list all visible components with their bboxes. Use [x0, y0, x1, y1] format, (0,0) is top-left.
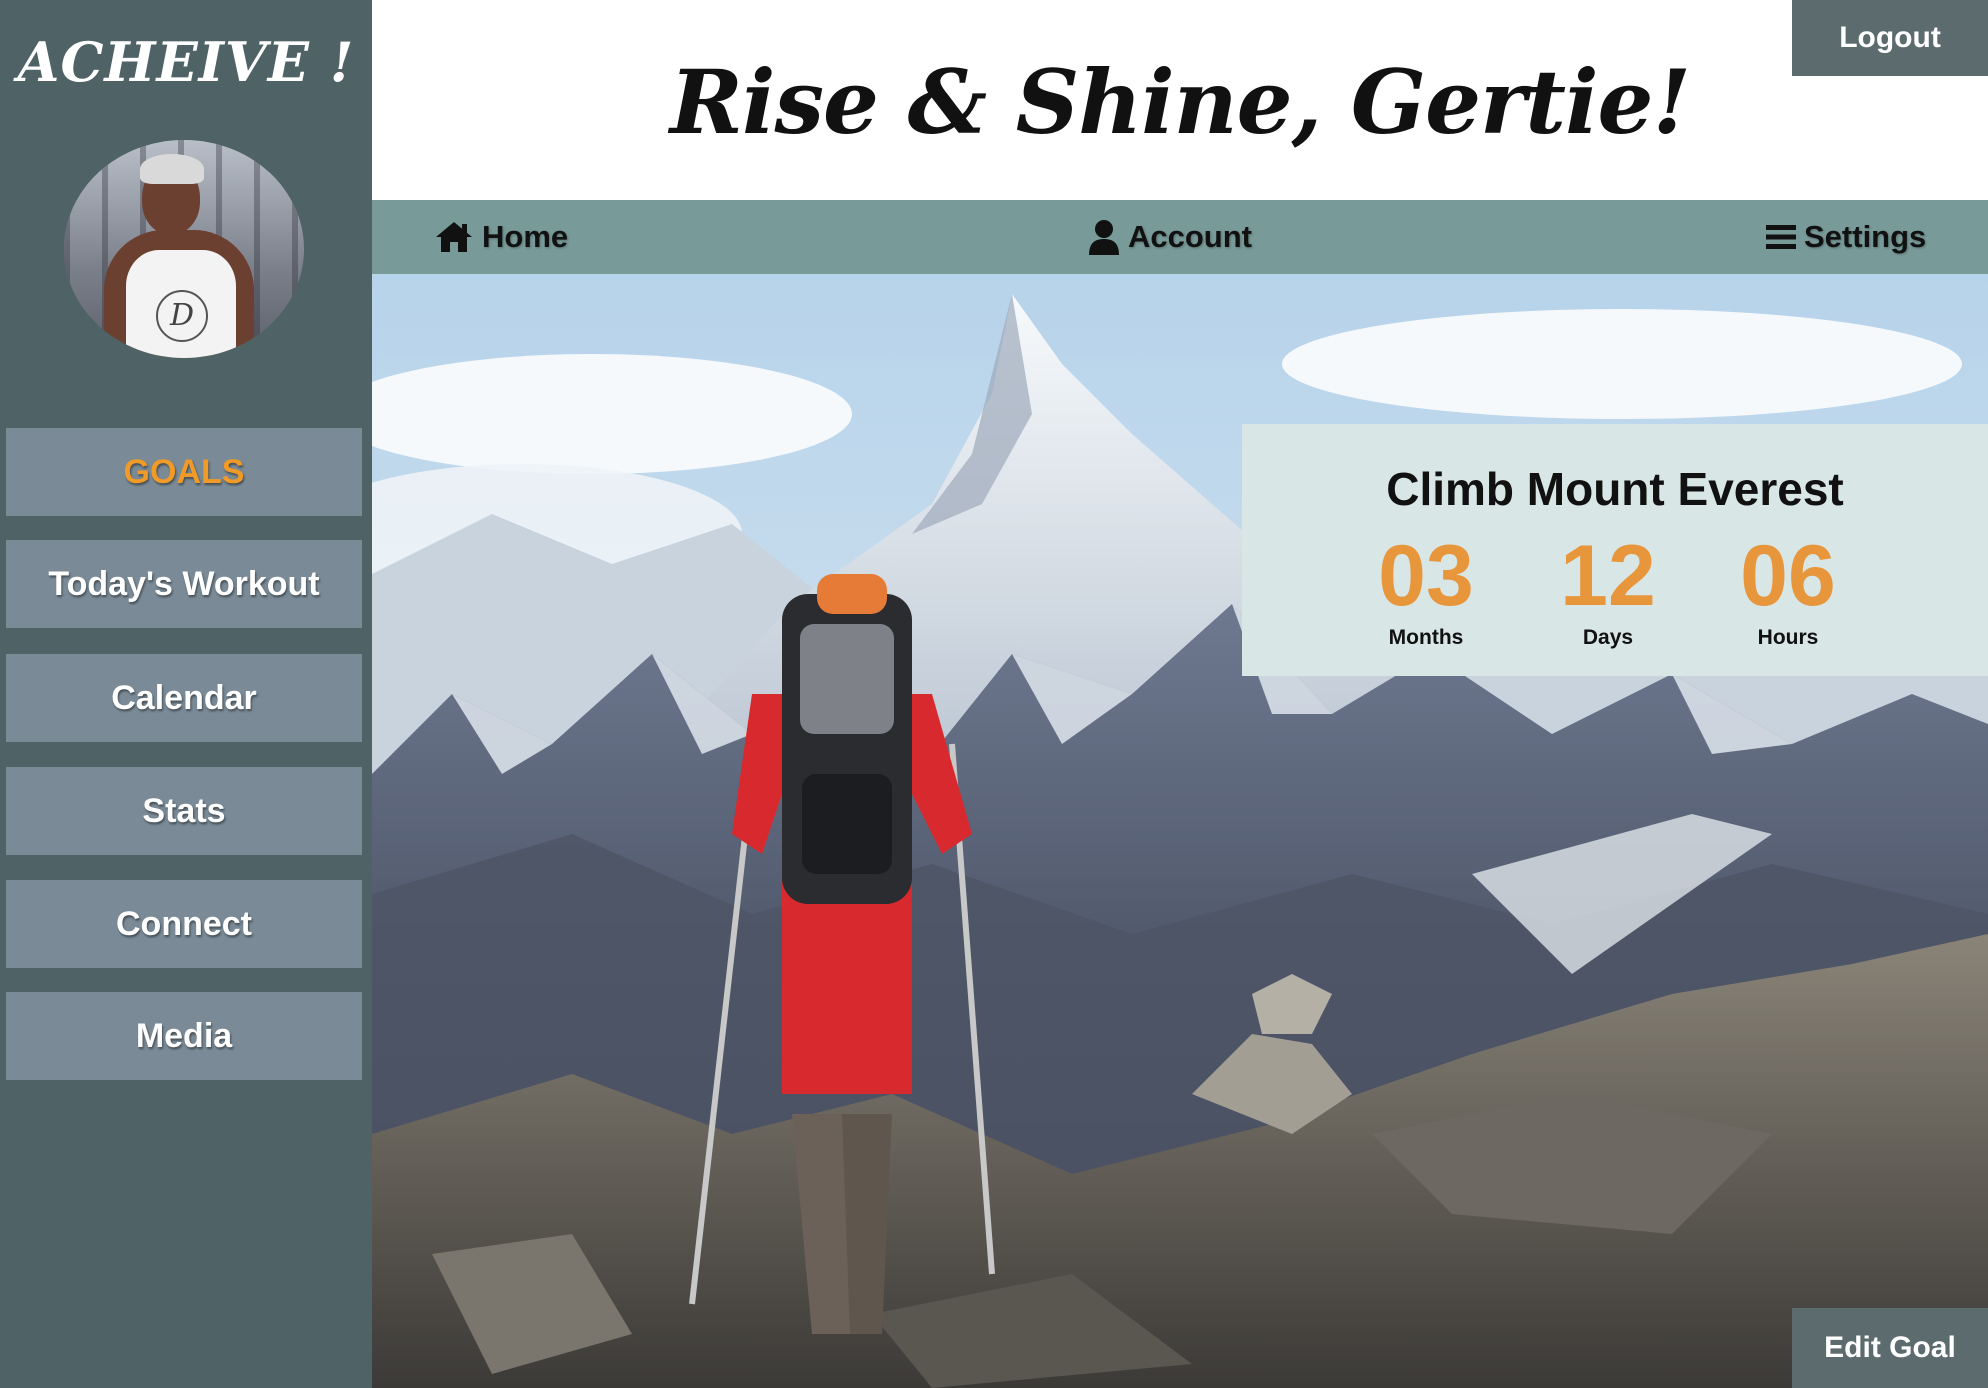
- sidebar-item-label: Connect: [116, 904, 252, 943]
- sidebar-item-calendar[interactable]: Calendar: [6, 654, 362, 742]
- countdown-hours: 06 Hours: [1698, 528, 1878, 650]
- user-icon: [1089, 220, 1119, 255]
- goal-title: Climb Mount Everest: [1386, 463, 1844, 515]
- hours-value: 06: [1740, 528, 1836, 624]
- nav-account-label: Account: [1128, 219, 1252, 254]
- page-title: Rise & Shine, Gertie!: [669, 50, 1691, 154]
- days-label: Days: [1582, 626, 1634, 649]
- home-icon: [436, 222, 472, 252]
- top-nav: Home Account Settings: [372, 200, 1988, 274]
- sidebar-item-goals[interactable]: GOALS: [6, 428, 362, 516]
- nav-home-label: Home: [482, 219, 569, 254]
- months-label: Months: [1388, 626, 1464, 649]
- edit-goal-button[interactable]: Edit Goal: [1792, 1308, 1988, 1388]
- header: Rise & Shine, Gertie! Logout: [372, 0, 1988, 200]
- brand-logo: ACHEIVE !: [17, 30, 355, 94]
- menu-icon: [1766, 225, 1796, 249]
- countdown-days: 12 Days: [1518, 528, 1698, 650]
- months-value: 03: [1378, 528, 1474, 624]
- sidebar-item-todays-workout[interactable]: Today's Workout: [6, 540, 362, 628]
- countdown-months: 03 Months: [1336, 528, 1516, 650]
- days-value: 12: [1560, 528, 1656, 624]
- nav-account[interactable]: Account: [1088, 200, 1252, 274]
- logout-button[interactable]: Logout: [1792, 0, 1988, 76]
- sidebar-item-label: Today's Workout: [48, 564, 320, 603]
- goal-card: Climb Mount Everest 03 Months 12 Days 06…: [1242, 424, 1988, 676]
- sidebar: ACHEIVE ! D GOALS Today's Workout Calend…: [0, 0, 372, 1388]
- avatar[interactable]: D: [64, 140, 304, 358]
- sidebar-item-connect[interactable]: Connect: [6, 880, 362, 968]
- avatar-shirt-logo: D: [156, 290, 208, 342]
- nav-settings-label: Settings: [1804, 219, 1927, 254]
- sidebar-item-label: Media: [135, 1016, 233, 1055]
- sidebar-item-media[interactable]: Media: [6, 992, 362, 1080]
- sidebar-item-label: GOALS: [123, 452, 245, 491]
- sidebar-item-label: Stats: [142, 791, 226, 830]
- avatar-hair: [140, 154, 204, 184]
- nav-home[interactable]: Home: [434, 200, 568, 274]
- hours-label: Hours: [1757, 626, 1819, 649]
- sidebar-item-label: Calendar: [111, 678, 257, 717]
- sidebar-item-stats[interactable]: Stats: [6, 767, 362, 855]
- nav-settings[interactable]: Settings: [1766, 200, 1926, 274]
